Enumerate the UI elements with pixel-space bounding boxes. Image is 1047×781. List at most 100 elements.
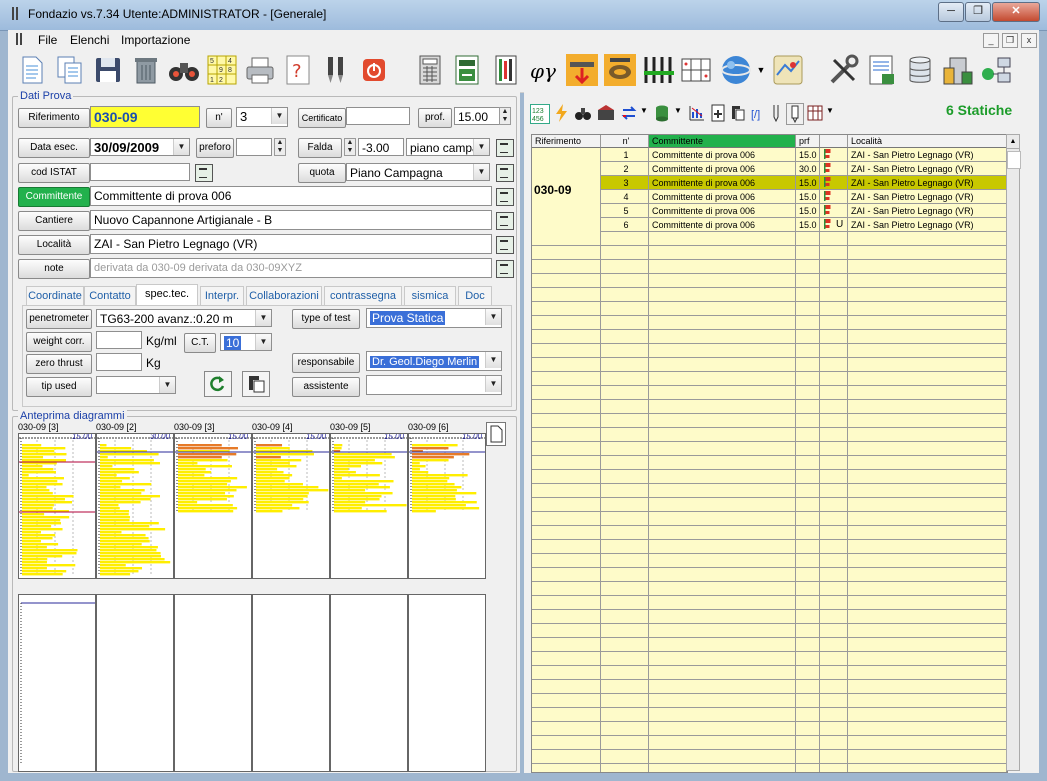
tab-contatto[interactable]: Contatto: [84, 286, 136, 305]
preforo-spinner[interactable]: ▲ ▼: [274, 138, 286, 156]
riferimento-field[interactable]: 030-09: [90, 106, 200, 128]
committente-note-icon[interactable]: [496, 188, 514, 206]
weight-corr-field[interactable]: [96, 331, 142, 349]
penetrometer-button[interactable]: penetrometer: [26, 309, 92, 329]
tab-sismica[interactable]: sismica: [404, 286, 456, 305]
tools-icon[interactable]: [320, 54, 352, 86]
committente-button[interactable]: Committente: [18, 187, 90, 207]
preview-diagram[interactable]: 15.00: [252, 433, 330, 579]
n-label-button[interactable]: n': [206, 108, 232, 128]
app-icon[interactable]: [10, 7, 20, 21]
phi-gamma-icon[interactable]: φγ: [528, 54, 560, 86]
globe-dropdown-icon[interactable]: ▼: [754, 54, 768, 86]
localita-field[interactable]: ZAI - San Pietro Legnago (VR): [90, 234, 492, 254]
falda-ref-select[interactable]: piano campag ▼: [406, 138, 490, 156]
assistente-button[interactable]: assistente: [292, 377, 360, 397]
preview-diagram[interactable]: 30.00: [96, 433, 174, 579]
grid-icon[interactable]: [680, 54, 712, 86]
copy-document-icon[interactable]: [54, 54, 86, 86]
table-row[interactable]: 4 Committente di prova 006 15.0 ZAI - San P…: [532, 190, 1007, 204]
filter-icon[interactable]: [596, 104, 616, 122]
flag-icon[interactable]: [820, 190, 848, 204]
power-icon[interactable]: [358, 54, 390, 86]
note-button[interactable]: note: [18, 259, 90, 279]
probe-icon[interactable]: [770, 104, 782, 123]
committente-field[interactable]: Committente di prova 006: [90, 186, 492, 206]
sudoku-icon[interactable]: 5 498 12: [206, 54, 238, 86]
mdi-close-button[interactable]: x: [1021, 33, 1037, 48]
preview-diagram[interactable]: 15.00: [174, 433, 252, 579]
preview-diagram-empty[interactable]: [330, 594, 408, 772]
mdi-restore-button[interactable]: ❐: [1002, 33, 1018, 48]
tip-used-button[interactable]: tip used: [26, 377, 92, 397]
chevron-down-icon[interactable]: ▼: [473, 139, 489, 155]
ct-button[interactable]: C.T.: [184, 333, 216, 353]
preview-diagram-empty[interactable]: [174, 594, 252, 772]
chevron-down-icon[interactable]: ▼: [473, 164, 489, 180]
calculator-icon[interactable]: [414, 54, 446, 86]
flag-icon[interactable]: [820, 148, 848, 162]
prof-field[interactable]: 15.00: [454, 107, 500, 125]
database-dropdown-icon[interactable]: ▼: [674, 106, 682, 115]
zero-thrust-button[interactable]: zero thrust: [26, 354, 92, 374]
preview-diagram[interactable]: 15.00: [330, 433, 408, 579]
col-n[interactable]: n': [601, 135, 649, 148]
probe-active-icon[interactable]: [786, 103, 804, 125]
columns-dropdown-icon[interactable]: ▼: [826, 106, 834, 115]
minimize-button[interactable]: ─: [938, 2, 964, 22]
flag-icon[interactable]: [820, 162, 848, 176]
foundation-load-icon[interactable]: [566, 54, 598, 86]
localita-button[interactable]: Località: [18, 235, 90, 255]
col-committente[interactable]: Committente: [649, 135, 796, 148]
type-of-test-select[interactable]: Prova Statica ▼: [366, 308, 502, 328]
new-document-icon[interactable]: [16, 54, 48, 86]
chevron-down-icon[interactable]: ▼: [255, 310, 271, 326]
help-icon[interactable]: ?: [282, 54, 314, 86]
col-riferimento[interactable]: Riferimento: [532, 135, 601, 148]
quota-select[interactable]: Piano Campagna ▼: [346, 163, 490, 181]
cantiere-button[interactable]: Cantiere: [18, 211, 90, 231]
cantiere-note-icon[interactable]: [496, 212, 514, 230]
flag-icon[interactable]: [820, 204, 848, 218]
istat-lookup-icon[interactable]: [195, 164, 213, 182]
preview-diagram-empty[interactable]: [18, 594, 96, 772]
quota-note-icon[interactable]: [496, 164, 514, 182]
note-field[interactable]: derivata da 030-09 derivata da 030-09XYZ: [90, 258, 492, 278]
copy-settings-icon[interactable]: [242, 371, 270, 397]
numbering-icon[interactable]: 123 456: [530, 104, 550, 124]
quota-button[interactable]: quota: [298, 163, 346, 183]
weight-corr-button[interactable]: weight corr.: [26, 332, 92, 352]
table-row[interactable]: 6 Committente di prova 006 15.0 ZAI - San P…: [532, 218, 1007, 232]
globe-icon[interactable]: [720, 54, 752, 86]
scroll-thumb[interactable]: [1007, 151, 1021, 169]
zero-thrust-field[interactable]: [96, 353, 142, 371]
mdi-minimize-button[interactable]: _: [983, 33, 999, 48]
mdi-icon[interactable]: [14, 33, 24, 50]
chevron-down-icon[interactable]: ▼: [159, 377, 175, 393]
ct-select[interactable]: 10 ▼: [220, 333, 272, 351]
cod-istat-field[interactable]: [90, 163, 190, 181]
swap-dropdown-icon[interactable]: ▼: [640, 106, 648, 115]
swap-icon[interactable]: [620, 104, 638, 122]
trash-icon[interactable]: [130, 54, 162, 86]
chart-icon[interactable]: [688, 104, 706, 122]
close-button[interactable]: ✕: [992, 2, 1040, 22]
flag-icon[interactable]: [820, 176, 848, 190]
tab-contrassegna[interactable]: contrassegna: [324, 286, 402, 305]
table-row[interactable]: 1 Committente di prova 006 15.0 ZAI - San P…: [532, 148, 1007, 162]
table-row[interactable]: 3 Committente di prova 006 15.0 ZAI - San P…: [532, 176, 1007, 190]
table-row[interactable]: 5 Committente di prova 006 15.0 ZAI - San P…: [532, 204, 1007, 218]
localita-note-icon[interactable]: [496, 236, 514, 254]
tab-collaborazioni[interactable]: Collaborazioni: [246, 286, 322, 305]
data-esec-button[interactable]: Data esec.: [18, 138, 90, 158]
col-prf[interactable]: prf: [796, 135, 820, 148]
foundation-ring-icon[interactable]: [604, 54, 636, 86]
penetrometer-select[interactable]: TG63-200 avanz.:0.20 m ▼: [96, 309, 272, 327]
data-esec-field[interactable]: 30/09/2009 ▼: [90, 138, 190, 156]
scroll-up-icon[interactable]: ▲: [1007, 135, 1019, 149]
falda-spinner[interactable]: ▲ ▼: [344, 138, 356, 156]
binoculars-icon[interactable]: [168, 54, 200, 86]
certificato-field[interactable]: [346, 107, 410, 125]
calendar-dropdown-icon[interactable]: ▼: [173, 139, 189, 155]
bracket-icon[interactable]: [/]: [750, 104, 766, 122]
